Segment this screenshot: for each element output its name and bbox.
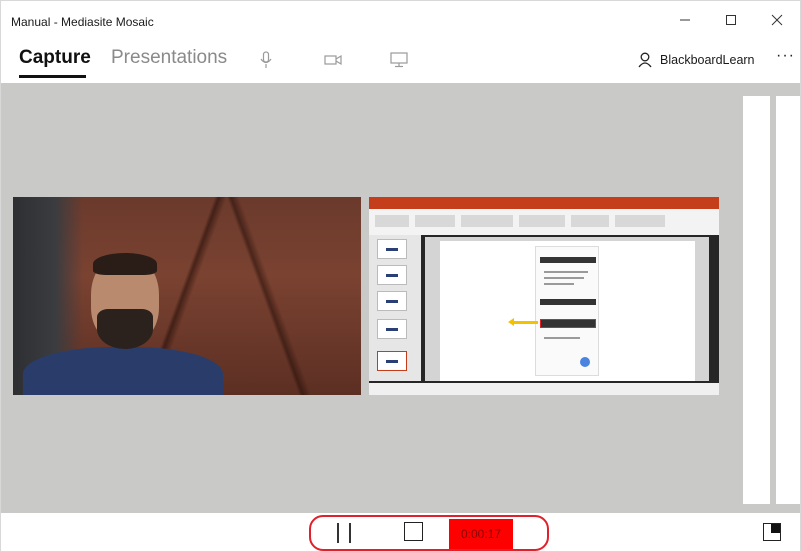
- presenter-body: [23, 347, 223, 395]
- pause-icon: [337, 523, 339, 543]
- person-icon: [638, 52, 652, 68]
- tab-capture[interactable]: Capture: [19, 47, 91, 69]
- window-title: Manual - Mediasite Mosaic: [11, 15, 154, 29]
- maximize-icon: [726, 15, 736, 25]
- screen-capture-feed[interactable]: [369, 197, 719, 395]
- slide-page: [440, 241, 695, 381]
- layout-toggle-button[interactable]: [763, 523, 781, 541]
- layout-toggle-icon: [771, 524, 780, 533]
- app-window: Manual - Mediasite Mosaic Capture Presen…: [0, 0, 801, 552]
- slide-thumbnails: [369, 235, 421, 381]
- stop-button[interactable]: [404, 522, 423, 541]
- user-name: BlackboardLearn: [660, 53, 755, 67]
- recording-timer: 0:00:17: [449, 519, 513, 549]
- close-button[interactable]: [754, 1, 800, 39]
- camera-icon[interactable]: [323, 51, 343, 69]
- pause-button[interactable]: [337, 522, 351, 543]
- app-status-bar: [369, 383, 719, 395]
- recording-toolbar: 0:00:17: [1, 513, 800, 551]
- highlighted-item: [540, 319, 596, 328]
- webcam-feed[interactable]: [13, 197, 361, 395]
- nav-bar: Capture Presentations BlackboardLearn ··…: [1, 39, 800, 83]
- microphone-icon[interactable]: [256, 51, 276, 69]
- minimize-button[interactable]: [662, 1, 708, 39]
- presenter-hair: [93, 253, 157, 275]
- presenter-beard: [97, 309, 153, 349]
- slide-canvas: [425, 237, 709, 381]
- close-icon: [771, 14, 783, 26]
- active-tab-indicator: [19, 75, 86, 78]
- side-panel-left: [743, 96, 770, 504]
- user-account[interactable]: BlackboardLearn: [638, 49, 755, 71]
- pointer-arrow: [512, 321, 538, 324]
- side-panel-right: [776, 96, 800, 504]
- app-titlebar-strip: [369, 197, 719, 209]
- capture-stage: [1, 83, 800, 513]
- tab-presentations[interactable]: Presentations: [111, 47, 227, 69]
- pointer-arrow-head: [508, 318, 514, 326]
- app-ribbon: [369, 209, 719, 235]
- minimize-icon: [680, 19, 690, 21]
- floating-action-dot: [580, 357, 590, 367]
- more-options-button[interactable]: ···: [776, 47, 795, 65]
- title-bar: Manual - Mediasite Mosaic: [1, 1, 800, 39]
- window-controls: [662, 1, 800, 39]
- phone-mockup: [535, 246, 599, 376]
- monitor-icon[interactable]: [389, 51, 409, 69]
- maximize-button[interactable]: [708, 1, 754, 39]
